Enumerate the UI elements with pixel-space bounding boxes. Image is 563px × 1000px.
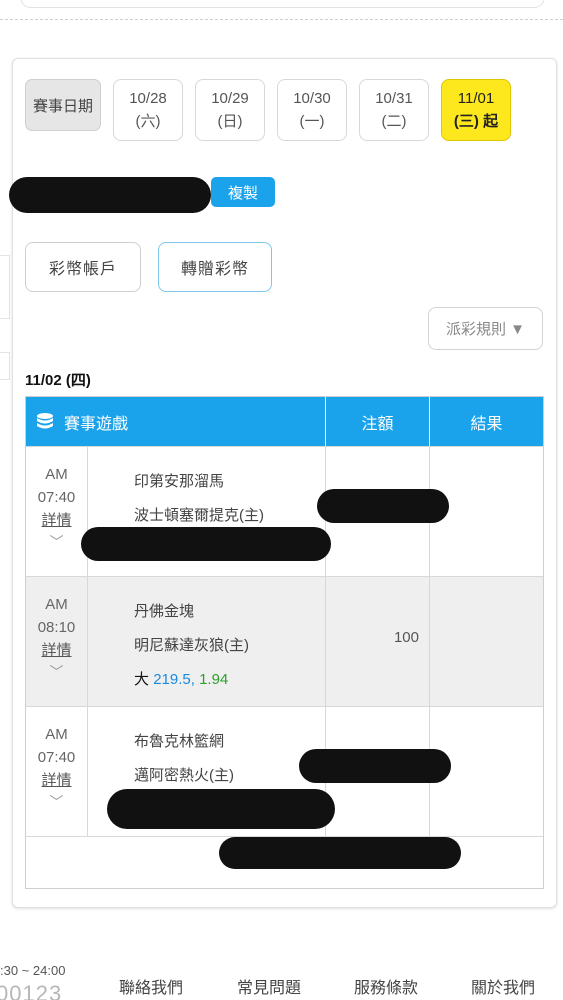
- time-cell: AM 08:10 詳情 ﹀: [26, 577, 88, 706]
- home-team: 明尼蘇達灰狼(主): [134, 637, 249, 654]
- header-game-label: 賽事遊戲: [64, 415, 129, 433]
- redaction-mark: [81, 527, 331, 561]
- time-value: 07:40: [37, 489, 76, 506]
- pick-side: 大: [134, 671, 150, 688]
- table-row: AM 08:10 詳情 ﹀ 丹佛金塊 明尼蘇達灰狼(主) 大 219.5, 1.…: [26, 576, 543, 706]
- database-icon: [36, 412, 54, 432]
- time-cell: AM 07:40 詳情 ﹀: [26, 447, 88, 576]
- date-tab-3[interactable]: 10/30 (一): [277, 79, 347, 141]
- date-tab-weekday: (六): [135, 113, 161, 130]
- detail-link[interactable]: 詳情: [41, 509, 71, 532]
- date-tab-day: 10/29: [211, 90, 249, 107]
- detail-link[interactable]: 詳情: [41, 769, 71, 792]
- top-search-bar-fragment: [0, 0, 563, 14]
- redaction-mark: [9, 177, 211, 213]
- chevron-down-icon[interactable]: ﹀: [50, 532, 64, 552]
- hotline-number: 00123: [0, 981, 63, 1000]
- chevron-down-icon[interactable]: ﹀: [50, 792, 64, 812]
- date-tab-day: 10/30: [293, 90, 331, 107]
- chevron-down-icon[interactable]: ﹀: [50, 662, 64, 682]
- time-value: 07:40: [37, 749, 76, 766]
- date-tab-1[interactable]: 10/28 (六): [113, 79, 183, 141]
- copy-button[interactable]: 複製: [211, 177, 275, 207]
- redaction-mark: [107, 789, 335, 829]
- pick-odds: 1.94: [199, 671, 229, 688]
- section-date-heading: 11/02 (四): [25, 372, 91, 389]
- transfer-coins-button[interactable]: 轉贈彩幣: [158, 242, 272, 292]
- coin-account-button[interactable]: 彩幣帳戶: [25, 242, 141, 292]
- date-tab-day: 10/31: [375, 90, 413, 107]
- date-tab-weekday: (一): [299, 113, 325, 130]
- date-tab-day: 11/01: [457, 90, 495, 107]
- detail-link[interactable]: 詳情: [41, 639, 71, 662]
- time-ampm: AM: [45, 596, 68, 613]
- dashed-divider: [0, 19, 563, 20]
- footer-link-about[interactable]: 關於我們: [471, 974, 535, 998]
- payout-rules-dropdown[interactable]: 派彩規則 ▼: [428, 307, 543, 350]
- table-header: 賽事遊戲 注額 結果: [26, 397, 543, 446]
- time-cell: AM 07:40 詳情 ﹀: [26, 707, 88, 836]
- footer-link-contact[interactable]: 聯絡我們: [119, 974, 183, 998]
- game-cell: 丹佛金塊 明尼蘇達灰狼(主) 大 219.5, 1.94: [88, 577, 326, 706]
- bet-record-card: 賽事日期 10/28 (六) 10/29 (日) 10/30 (一) 10/31…: [9, 58, 557, 908]
- time-ampm: AM: [45, 466, 68, 483]
- date-tab-day: 10/28: [129, 90, 167, 107]
- footer-link-terms[interactable]: 服務條款: [354, 974, 418, 998]
- side-panel-fragment: [0, 255, 10, 319]
- redaction-mark: [219, 837, 461, 869]
- pick: 大 219.5, 1.94: [134, 663, 325, 697]
- date-tab-weekday: (日): [217, 113, 243, 130]
- away-team: 印第安那溜馬: [134, 473, 225, 490]
- header-game: 賽事遊戲: [26, 397, 326, 446]
- date-label: 賽事日期: [25, 79, 101, 131]
- date-tab-weekday: (三) 起: [453, 113, 499, 130]
- header-result: 結果: [470, 415, 503, 433]
- date-tab-2[interactable]: 10/29 (日): [195, 79, 265, 141]
- service-hours: :30 ~ 24:00: [0, 963, 66, 978]
- date-tab-4[interactable]: 10/31 (二): [359, 79, 429, 141]
- footer: :30 ~ 24:00 00123 聯絡我們 常見問題 服務條款 關於我們: [0, 955, 563, 1000]
- footer-link-faq[interactable]: 常見問題: [237, 974, 301, 998]
- time-value: 08:10: [37, 619, 76, 636]
- result-cell: [430, 577, 543, 706]
- date-tab-5-active[interactable]: 11/01 (三) 起: [441, 79, 511, 141]
- header-stake: 注額: [326, 397, 430, 446]
- redaction-mark: [317, 489, 449, 523]
- redaction-mark: [299, 749, 451, 783]
- date-tab-weekday: (二): [381, 113, 407, 130]
- time-ampm: AM: [45, 726, 68, 743]
- away-team: 布魯克林籃網: [134, 733, 225, 750]
- pick-line: 219.5,: [153, 671, 195, 688]
- away-team: 丹佛金塊: [134, 603, 195, 620]
- stake-cell: 100: [326, 577, 430, 706]
- home-team: 邁阿密熱火(主): [134, 767, 234, 784]
- side-panel-fragment: [0, 352, 10, 380]
